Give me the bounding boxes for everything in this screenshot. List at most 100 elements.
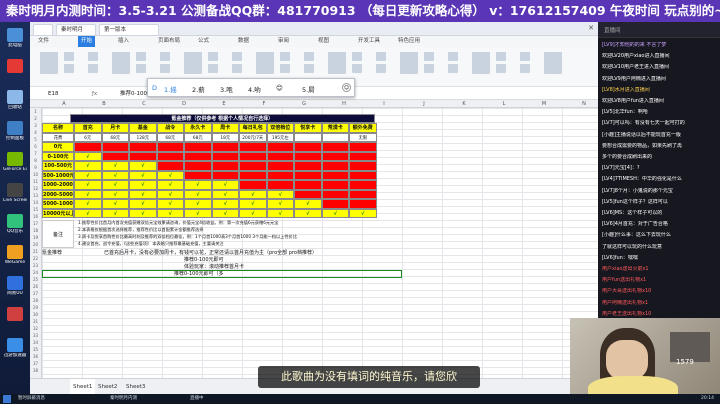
row-header[interactable]: 17	[30, 220, 41, 227]
desktop-icon[interactable]: 此电脑	[3, 28, 27, 48]
row-header[interactable]: 2	[30, 115, 41, 122]
column-header[interactable]: F	[244, 100, 284, 108]
ribbon-button[interactable]	[208, 64, 218, 73]
row-header[interactable]: 24	[30, 269, 41, 276]
ribbon-button[interactable]	[424, 52, 434, 61]
desktop-icon[interactable]: GeForce Experience	[3, 152, 27, 172]
menu-item[interactable]: 数据	[238, 36, 249, 47]
ribbon-button[interactable]	[64, 64, 74, 73]
ribbon-button[interactable]	[112, 52, 130, 74]
row-header[interactable]: 14	[30, 199, 41, 206]
ribbon-button[interactable]	[136, 52, 146, 61]
desktop-icon[interactable]: 网易UU	[3, 276, 27, 296]
ribbon-button[interactable]	[184, 52, 202, 74]
row-header[interactable]: 13	[30, 192, 41, 199]
ribbon-button[interactable]	[160, 64, 170, 73]
column-header[interactable]: G	[284, 100, 324, 108]
row-header[interactable]: 27	[30, 290, 41, 297]
column-header[interactable]: D	[164, 100, 204, 108]
row-header[interactable]: 36	[30, 353, 41, 360]
row-header[interactable]: 37	[30, 360, 41, 367]
row-header[interactable]: 38	[30, 367, 41, 374]
row-header[interactable]: 35	[30, 346, 41, 353]
ribbon-button[interactable]	[376, 64, 386, 73]
ribbon-button[interactable]	[544, 52, 562, 74]
ribbon-button[interactable]	[160, 52, 170, 61]
row-header[interactable]: 11	[30, 178, 41, 185]
ribbon-button[interactable]	[280, 64, 290, 73]
row-header[interactable]: 32	[30, 325, 41, 332]
column-header[interactable]: J	[404, 100, 444, 108]
desktop-icon[interactable]: QQ音乐	[3, 214, 27, 234]
home-tab[interactable]	[33, 24, 53, 35]
column-header[interactable]: A	[44, 100, 84, 108]
ribbon-button[interactable]	[280, 52, 290, 61]
menu-item[interactable]: 公式	[198, 36, 209, 47]
ime-candidate-bar[interactable]: D 1.摇 2.薪 3.咆 4.哟 😊 5.屙 ☺	[147, 78, 355, 97]
row-header[interactable]: 12	[30, 185, 41, 192]
row-header[interactable]: 4	[30, 129, 41, 136]
ime-more-icon[interactable]: ☺	[342, 83, 351, 92]
name-box[interactable]: E18	[48, 88, 78, 100]
ribbon-button[interactable]	[40, 52, 58, 74]
row-header[interactable]: 18	[30, 227, 41, 234]
row-header[interactable]: 28	[30, 297, 41, 304]
row-header[interactable]: 3	[30, 122, 41, 129]
row-header[interactable]: 5	[30, 136, 41, 143]
start-icon[interactable]	[3, 395, 11, 403]
ribbon-button[interactable]	[496, 64, 506, 73]
desktop-icon[interactable]: 回收站	[3, 90, 27, 110]
ime-candidate[interactable]: 4.哟	[248, 84, 261, 94]
menu-item[interactable]: 特色应用	[398, 36, 420, 47]
column-header[interactable]: C	[124, 100, 164, 108]
menu-item[interactable]: 插入	[118, 36, 129, 47]
ribbon-button[interactable]	[520, 52, 530, 61]
row-header[interactable]: 8	[30, 157, 41, 164]
row-header[interactable]: 21	[30, 248, 41, 255]
ribbon-button[interactable]	[424, 64, 434, 73]
menu-item[interactable]: 开始	[78, 36, 96, 47]
ribbon-button[interactable]	[208, 52, 218, 61]
menu-item[interactable]: 开发工具	[358, 36, 380, 47]
desktop-icon[interactable]	[3, 59, 27, 74]
ribbon-button[interactable]	[472, 52, 490, 74]
doc-tab-active[interactable]: 第一版本	[99, 24, 159, 35]
menu-item[interactable]: 视图	[318, 36, 329, 47]
ribbon-button[interactable]	[520, 64, 530, 73]
ribbon-button[interactable]	[88, 64, 98, 73]
row-header[interactable]: 7	[30, 150, 41, 157]
column-header[interactable]: H	[324, 100, 364, 108]
row-header[interactable]: 31	[30, 318, 41, 325]
ribbon-button[interactable]	[448, 64, 458, 73]
row-header[interactable]: 34	[30, 339, 41, 346]
row-header[interactable]: 9	[30, 164, 41, 171]
column-header[interactable]: L	[484, 100, 524, 108]
ribbon-button[interactable]	[352, 52, 362, 61]
row-header[interactable]: 23	[30, 262, 41, 269]
desktop-icon[interactable]: 控制面板	[3, 121, 27, 141]
row-header[interactable]: 22	[30, 255, 41, 262]
row-header[interactable]: 10	[30, 171, 41, 178]
menu-item[interactable]: 文件	[38, 36, 49, 47]
ribbon-button[interactable]	[352, 64, 362, 73]
ribbon-button[interactable]	[496, 52, 506, 61]
ribbon-button[interactable]	[376, 52, 386, 61]
taskbar-item[interactable]: 直播中	[190, 394, 204, 404]
row-header[interactable]: 26	[30, 283, 41, 290]
column-header[interactable]: E	[204, 100, 244, 108]
ime-candidate[interactable]: 5.屙	[302, 84, 315, 94]
desktop-icon[interactable]	[3, 307, 27, 322]
selected-cell-outline[interactable]	[42, 270, 402, 278]
row-header[interactable]: 19	[30, 234, 41, 241]
column-header[interactable]: K	[444, 100, 484, 108]
column-header[interactable]: N	[564, 100, 598, 108]
ribbon-button[interactable]	[304, 52, 314, 61]
sheet-tab[interactable]: Sheet2	[98, 379, 117, 394]
ribbon-button[interactable]	[136, 64, 146, 73]
doc-tab[interactable]: 秦时明月	[56, 24, 96, 35]
row-header[interactable]: 15	[30, 206, 41, 213]
column-header[interactable]: I	[364, 100, 404, 108]
desktop-icon[interactable]: Live Screen Capture	[3, 183, 27, 203]
ime-candidate[interactable]: 3.咆	[220, 84, 233, 94]
sheet-tab[interactable]: Sheet1	[70, 379, 96, 394]
